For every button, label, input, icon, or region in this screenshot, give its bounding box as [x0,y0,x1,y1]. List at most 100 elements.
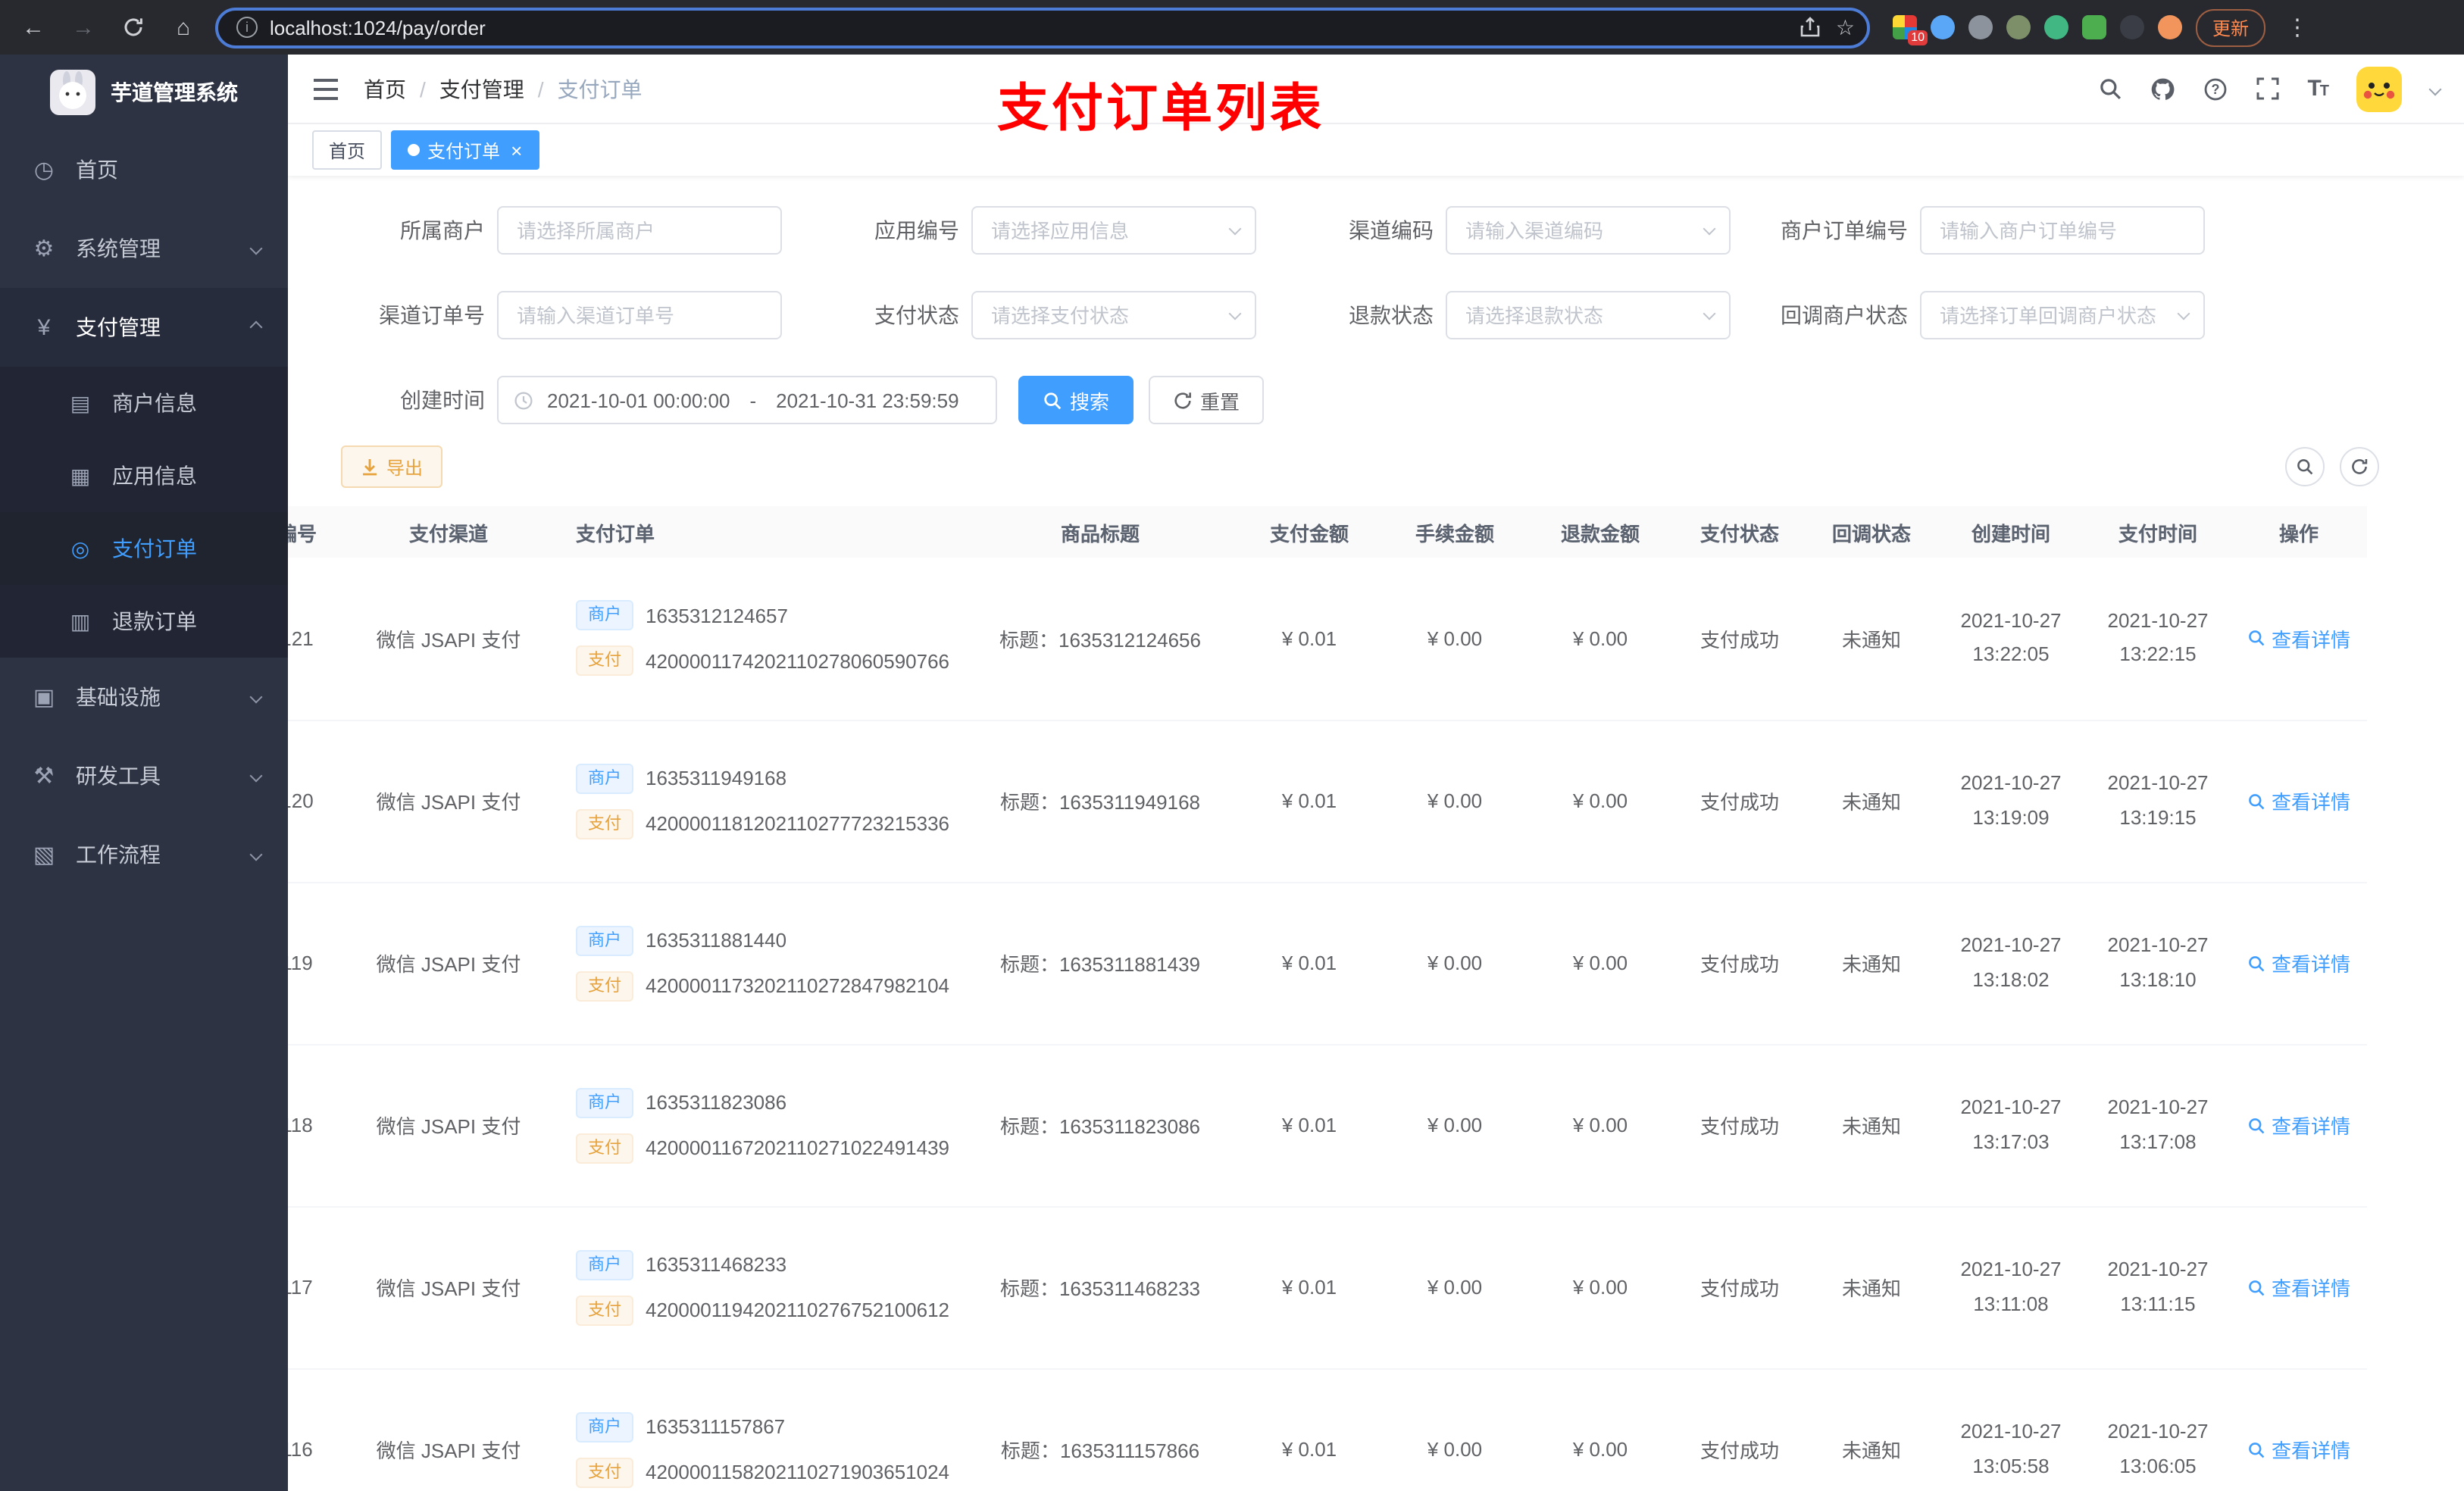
document-icon: ▥ [70,608,91,633]
fullscreen-icon[interactable] [2256,77,2278,100]
active-tab-dot [408,144,421,156]
channel-code-select[interactable] [1446,206,1731,255]
sidebar-item-devtools[interactable]: ⚒ 研发工具 [0,736,288,815]
table-row: 118 微信 JSAPI 支付 商户 1635311823086 支 [288,1044,2367,1207]
view-detail-link[interactable]: 查看详情 [2247,624,2350,653]
vue-devtools-extension-icon[interactable] [2044,15,2068,39]
forward-icon[interactable]: → [65,9,102,45]
search-icon [2297,459,2313,475]
tab-home[interactable]: 首页 [312,130,383,170]
close-icon[interactable]: × [511,139,522,161]
channel-order-no-input[interactable] [497,291,782,339]
view-detail-link[interactable]: 查看详情 [2247,786,2350,815]
table-row: 119 微信 JSAPI 支付 商户 1635311881440 支 [288,882,2367,1045]
pay-tag: 支付 [576,808,633,839]
sidebar-item-home[interactable]: ◷ 首页 [0,130,288,209]
view-detail-link[interactable]: 查看详情 [2247,949,2350,977]
sidebar-toggle-icon[interactable] [312,78,339,99]
product-title: 标题：1635311468233 [964,1206,1237,1369]
notify-status: 未通知 [1806,1368,1937,1491]
refresh-icon [1174,392,1191,408]
table-row: 121 微信 JSAPI 支付 商户 1635312124657 支 [288,558,2367,720]
export-button[interactable]: 导出 [341,445,443,488]
pay-amount: ¥ 0.01 [1237,882,1382,1045]
url-bar[interactable]: i localhost:1024/pay/order ☆ [215,7,1870,48]
notify-status-select[interactable] [1920,291,2205,339]
refresh-icon [2352,459,2368,474]
sidebar-item-pay-order[interactable]: ◎ 支付订单 [0,512,288,585]
filter-form: 所属商户 应用编号 渠道编码 商户订单编号 [288,206,2464,424]
gray-extension-icon[interactable] [1968,15,1993,39]
filter-merchant: 所属商户 [341,206,782,255]
sidebar-item-app-info[interactable]: ▦ 应用信息 [0,439,288,512]
pin-extension-icon[interactable] [2120,15,2144,39]
pay-channel: 微信 JSAPI 支付 [358,720,539,883]
sidebar-item-payment[interactable]: ¥ 支付管理 [0,288,288,367]
filter-refund-status: 退款状态 [1290,291,1731,339]
create-time-range-picker[interactable]: 2021-10-01 00:00:00 - 2021-10-31 23:59:5… [497,376,997,424]
font-size-icon[interactable]: TT [2307,76,2329,102]
browser-update-button[interactable]: 更新 [2196,8,2266,46]
chat-extension-icon[interactable] [2082,15,2106,39]
pay-tag: 支付 [576,1133,633,1163]
order-id: 119 [288,882,358,1045]
github-icon[interactable] [2150,77,2174,101]
breadcrumb-payment[interactable]: 支付管理 [439,73,524,104]
browser-menu-icon[interactable]: ⋮ [2279,9,2315,45]
merchant-order-no-input[interactable] [1920,206,2205,255]
pay-amount: ¥ 0.01 [1237,558,1382,720]
breadcrumb-home[interactable]: 首页 [364,73,406,104]
browser-home-icon[interactable]: ⌂ [165,9,202,45]
share-icon[interactable] [1801,17,1821,38]
logo[interactable]: 芋道管理系统 [0,55,288,130]
refund-amount: ¥ 0.00 [1527,1206,1673,1369]
url-text: localhost:1024/pay/order [270,16,486,39]
pay-amount: ¥ 0.01 [1237,1368,1382,1491]
table-row: 120 微信 JSAPI 支付 商户 1635311949168 支 [288,720,2367,883]
bookmark-star-icon[interactable]: ☆ [1836,14,1855,40]
sidebar-item-merchant-info[interactable]: ▤ 商户信息 [0,367,288,439]
chevron-down-icon [249,242,263,255]
view-detail-link[interactable]: 查看详情 [2247,1111,2350,1139]
browser-profile-avatar[interactable] [2158,15,2182,39]
user-avatar[interactable] [2356,66,2402,111]
sidebar-item-refund-order[interactable]: ▥ 退款订单 [0,585,288,658]
search-button[interactable]: 搜索 [1018,376,1134,424]
reset-button[interactable]: 重置 [1149,376,1265,424]
filter-pay-status: 支付状态 [815,291,1256,339]
help-icon[interactable]: ? [2203,77,2227,101]
tab-pay-order[interactable]: 支付订单 × [391,130,539,170]
merchant-order-no: 1635311823086 [646,1091,787,1114]
filter-channel-order-no: 渠道订单号 [341,291,782,339]
sidebar-item-workflow[interactable]: ▧ 工作流程 [0,815,288,894]
view-detail-link[interactable]: 查看详情 [2247,1435,2350,1464]
sidebar-item-system[interactable]: ⚙ 系统管理 [0,209,288,288]
filter-channel-code: 渠道编码 [1290,206,1731,255]
filter-notify-status: 回调商户状态 [1764,291,2205,339]
view-detail-link[interactable]: 查看详情 [2247,1273,2350,1302]
product-title: 标题：1635311949168 [964,720,1237,883]
svg-text:?: ? [2211,81,2219,96]
sidebar-item-infrastructure[interactable]: ▣ 基础设施 [0,658,288,736]
colorful-grid-extension-icon[interactable]: 10 [1893,15,1928,45]
app-title: 芋道管理系统 [111,80,238,105]
refresh-table-button[interactable] [2340,447,2379,486]
blue-drop-extension-icon[interactable] [1931,15,1955,39]
avatar-dropdown-icon[interactable] [2428,82,2442,95]
olive-extension-icon[interactable] [2006,15,2031,39]
fee-amount: ¥ 0.00 [1382,1206,1527,1369]
reload-icon[interactable] [115,9,152,45]
app-id-select[interactable] [971,206,1256,255]
notify-status: 未通知 [1806,882,1937,1045]
refund-status-select[interactable] [1446,291,1731,339]
back-icon[interactable]: ← [15,9,52,45]
pay-status-select[interactable] [971,291,1256,339]
pay-status: 支付成功 [1673,1368,1806,1491]
fee-amount: ¥ 0.00 [1382,558,1527,720]
monitor-icon: ▣ [33,685,55,711]
info-icon[interactable]: i [236,17,258,38]
pay-status: 支付成功 [1673,882,1806,1045]
merchant-input[interactable] [497,206,782,255]
hide-search-button[interactable] [2285,447,2325,486]
search-icon[interactable] [2098,77,2121,100]
